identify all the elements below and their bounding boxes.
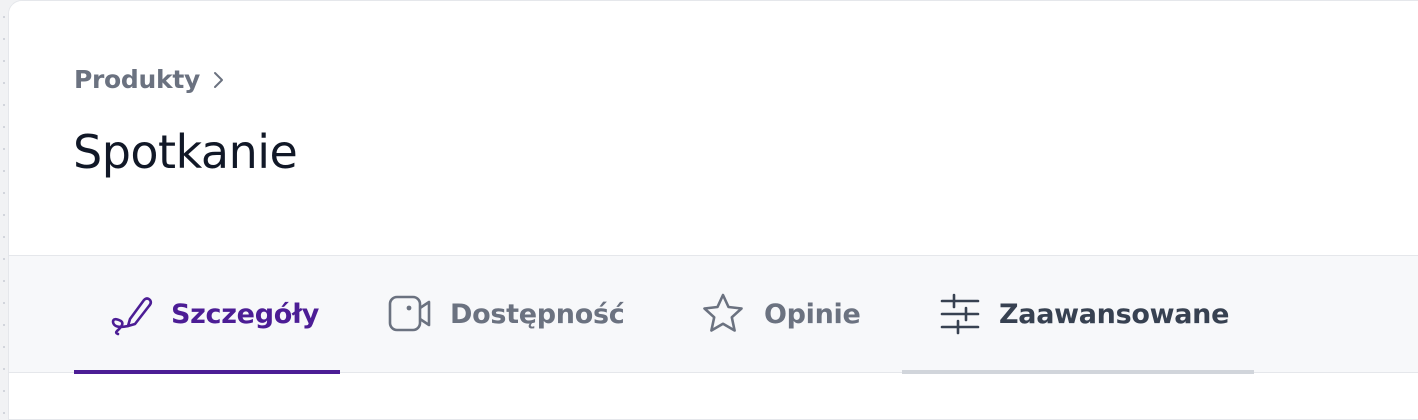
tab-advanced-label: Zaawansowane bbox=[999, 298, 1230, 330]
tab-reviews[interactable]: Opinie bbox=[699, 256, 879, 372]
product-page-card: Produkty Spotkanie Szczegóły Dostępność … bbox=[8, 0, 1418, 420]
page-title: Spotkanie bbox=[73, 125, 298, 179]
active-tab-indicator bbox=[74, 370, 340, 374]
tab-reviews-label: Opinie bbox=[764, 298, 861, 330]
pencil-icon bbox=[108, 291, 154, 337]
star-icon bbox=[699, 290, 747, 338]
page-header: Produkty Spotkanie bbox=[9, 1, 1418, 256]
tab-availability[interactable]: Dostępność bbox=[387, 256, 637, 372]
sliders-icon bbox=[938, 291, 982, 337]
tab-availability-label: Dostępność bbox=[450, 298, 625, 330]
tab-details[interactable]: Szczegóły bbox=[74, 256, 340, 374]
breadcrumb: Produkty bbox=[74, 65, 226, 94]
background-dot-pattern bbox=[0, 0, 8, 414]
hover-tab-indicator bbox=[902, 370, 1254, 374]
breadcrumb-link-products[interactable]: Produkty bbox=[74, 65, 200, 94]
tab-advanced[interactable]: Zaawansowane bbox=[902, 256, 1254, 374]
video-icon bbox=[387, 294, 433, 334]
chevron-right-icon bbox=[212, 69, 226, 91]
tab-details-label: Szczegóły bbox=[171, 298, 319, 330]
tab-bar: Szczegóły Dostępność Opinie Zaawansowane bbox=[9, 255, 1418, 374]
